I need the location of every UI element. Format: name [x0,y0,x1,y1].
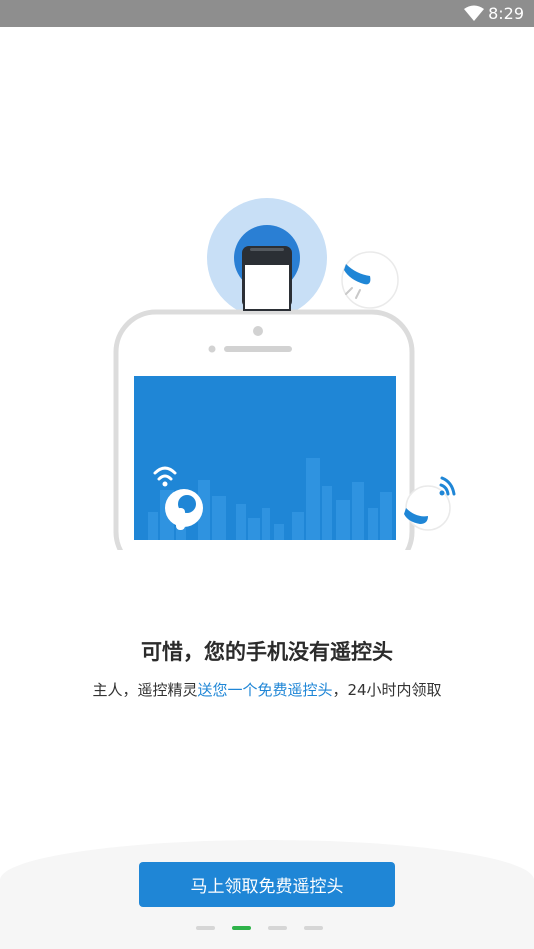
description-suffix: ，24小时内领取 [332,681,442,699]
wifi-icon [464,5,484,21]
floating-bubble-icon [341,251,399,309]
page-dot-active[interactable] [232,926,251,930]
page-dot[interactable] [196,926,215,930]
phone-illustration [113,198,456,550]
claim-free-ir-head-button[interactable]: 马上领取免费遥控头 [139,862,395,907]
ir-blaster-icon [242,246,292,311]
page-indicator [0,926,534,932]
description-highlight: 送您一个免费遥控头 [197,681,333,699]
description-prefix: 主人，遥控精灵 [92,681,198,699]
description-text: 主人，遥控精灵送您一个免费遥控头，24小时内领取 [82,680,452,700]
page-dot[interactable] [304,926,323,930]
page-dot[interactable] [268,926,287,930]
status-time: 8:29 [488,4,524,23]
page-title: 可惜，您的手机没有遥控头 [141,640,393,664]
status-bar: 8:29 [0,0,534,27]
